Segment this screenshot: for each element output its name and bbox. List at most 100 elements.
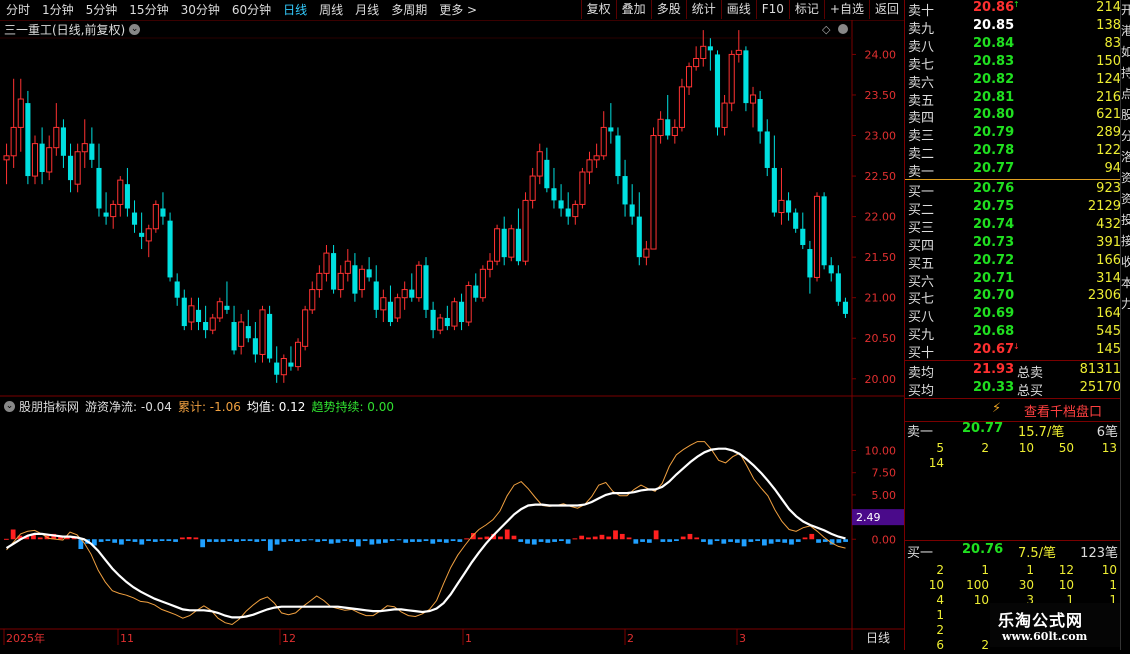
ask-row-6[interactable]: 卖四 20.80 621 — [905, 107, 1121, 127]
ind-bar-93 — [633, 539, 639, 544]
ask-row-0[interactable]: 卖十 20.86 ↑ 214 — [905, 0, 1121, 19]
level2-divider — [904, 540, 1120, 541]
ind-bar-23 — [159, 539, 165, 542]
candle-body-18 — [131, 212, 138, 225]
candle-body-48 — [344, 260, 351, 274]
bid-volume: 314 — [1096, 270, 1121, 286]
buy-totals-row: 买均 20.33 总买 25170 — [905, 380, 1121, 399]
bid-row-9[interactable]: 买十 20.67 ↓ 145 — [905, 342, 1121, 362]
ind-bar-67 — [457, 539, 463, 542]
ask-volume: 94 — [1104, 161, 1121, 177]
ind-bar-87 — [592, 536, 598, 540]
ind-bar-34 — [234, 539, 239, 542]
candle-body-3 — [25, 103, 31, 177]
sell-totals-row: 卖均 21.93 总卖 81311 — [905, 362, 1121, 381]
ind-bar-36 — [247, 539, 253, 542]
ind-bar-50 — [342, 539, 348, 542]
price-tick-label-7: 23.50 — [865, 89, 897, 102]
side-news-char: 股 — [1121, 105, 1130, 126]
bid-volume: 2129 — [1087, 198, 1121, 214]
candle-body-63 — [451, 301, 458, 327]
buy-queue-cell: 30 — [1018, 578, 1034, 592]
bid-row-6[interactable]: 买七 20.70 2306 — [905, 288, 1121, 307]
candle-body-102 — [728, 53, 735, 104]
ask-price: 20.78 — [973, 143, 1015, 159]
bid-row-7[interactable]: 买八 20.69 164 — [905, 306, 1121, 326]
bid-label: 买五 — [908, 256, 935, 272]
bid-row-5[interactable]: 买六 20.71 314 — [905, 270, 1121, 290]
candle-body-45 — [323, 252, 330, 274]
bid-label: 买十 — [908, 346, 935, 362]
candle-body-10 — [74, 151, 81, 185]
ask-row-7[interactable]: 卖三 20.79 289 — [905, 125, 1121, 145]
ind-bar-37 — [254, 539, 260, 542]
bid-label: 买八 — [908, 310, 935, 326]
ind-tick-label-2: 5.00 — [872, 489, 897, 502]
ind-bar-22 — [152, 539, 158, 542]
candle-body-22 — [160, 208, 166, 217]
candle-body-66 — [473, 285, 479, 298]
candle-body-69 — [494, 228, 501, 262]
candle-body-73 — [522, 199, 529, 262]
candle-body-47 — [337, 272, 344, 291]
chevron-down-icon[interactable]: ⌄ — [4, 400, 15, 412]
ind-bar-88 — [599, 534, 605, 540]
sell-queue-cell: 50 — [1058, 441, 1074, 455]
sell-queue-cell: 2 — [981, 441, 989, 455]
candle-body-43 — [309, 289, 316, 311]
candle-body-15 — [110, 203, 117, 218]
candle-body-65 — [465, 285, 472, 323]
ask-row-3[interactable]: 卖七 20.83 150 — [905, 54, 1121, 73]
ind-bar-62 — [423, 539, 429, 542]
candle-body-95 — [678, 86, 685, 128]
ind-line-累计 — [6, 441, 846, 626]
bid-row-4[interactable]: 买五 20.72 166 — [905, 252, 1121, 272]
candle-body-29 — [209, 317, 216, 331]
candle-body-1 — [10, 126, 17, 157]
ask-row-2[interactable]: 卖八 20.84 83 — [905, 36, 1121, 55]
bid-row-3[interactable]: 买四 20.73 391 — [905, 234, 1121, 254]
ask-row-1[interactable]: 卖九 20.85 138 — [905, 18, 1121, 37]
candle-body-23 — [167, 220, 173, 278]
ind-bar-123 — [836, 539, 842, 543]
ask-price: 20.77 — [973, 161, 1015, 177]
qiandang-button[interactable]: ⚡ 查看千档盘口 — [904, 398, 1120, 422]
bid-row-0[interactable]: 买一 20.76 923 — [905, 181, 1121, 200]
ind-value-badge-text: 2.49 — [856, 511, 881, 524]
bid-row-8[interactable]: 买九 20.68 545 — [905, 324, 1121, 343]
bid-price: 20.75 — [973, 198, 1015, 214]
ask-row-8[interactable]: 卖二 20.78 122 — [905, 143, 1121, 162]
candle-body-35 — [252, 338, 258, 355]
ind-bar-79 — [538, 539, 544, 542]
bid-price: 20.69 — [973, 306, 1015, 322]
watermark-url: www.60lt.com — [1002, 630, 1088, 643]
ask-row-5[interactable]: 卖五 20.81 216 — [905, 89, 1121, 109]
ask-volume: 122 — [1096, 143, 1121, 159]
ask-row-9[interactable]: 卖一 20.77 94 — [905, 161, 1121, 180]
candle-body-108 — [771, 167, 777, 213]
ind-bar-0 — [4, 538, 9, 540]
candle-body-31 — [224, 305, 230, 310]
candle-body-101 — [721, 102, 728, 128]
ind-bar-76 — [518, 539, 524, 542]
ask-label: 卖八 — [908, 39, 935, 55]
ind-bar-107 — [728, 539, 733, 542]
ask-price: 20.86 — [973, 0, 1015, 15]
ask-label: 卖四 — [908, 111, 935, 127]
buy-queue-row: 2 1 1 12 10 — [904, 563, 1120, 579]
ind-bar-38 — [261, 539, 266, 542]
buy-total-label: 总买 — [1017, 384, 1044, 399]
ind-bar-48 — [328, 539, 334, 544]
ask-row-4[interactable]: 卖六 20.82 124 — [905, 72, 1121, 91]
bid-row-1[interactable]: 买二 20.75 2129 — [905, 198, 1121, 218]
ask-label: 卖三 — [908, 129, 935, 145]
candle-body-117 — [835, 273, 841, 302]
ind-bar-85 — [579, 535, 585, 540]
bid-price: 20.73 — [973, 234, 1015, 250]
ind-bar-51 — [349, 539, 354, 542]
bid-row-2[interactable]: 买三 20.74 432 — [905, 217, 1121, 236]
bid-volume: 166 — [1096, 252, 1121, 268]
ind-bar-18 — [125, 539, 131, 542]
ask-volume: 216 — [1096, 89, 1121, 105]
sell1-head: 卖一 20.77 15.7/笔 6笔 — [904, 421, 1120, 440]
